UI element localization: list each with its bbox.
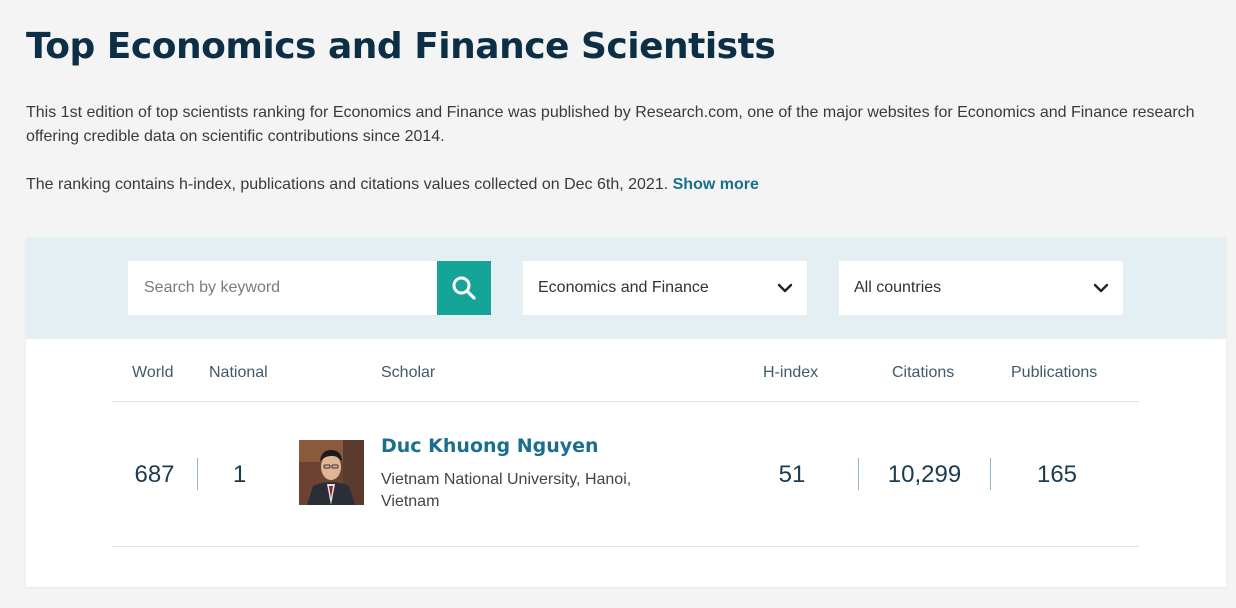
header-world: World: [132, 364, 174, 381]
chevron-down-icon: [1093, 283, 1109, 293]
search-button[interactable]: [437, 261, 491, 315]
page-title: Top Economics and Finance Scientists: [26, 26, 776, 67]
hindex-value: 51: [778, 461, 806, 488]
national-rank: 1: [232, 461, 247, 488]
ranking-panel: Economics and Finance All countries Worl…: [26, 237, 1226, 587]
intro-paragraph-2: The ranking contains h-index, publicatio…: [26, 173, 1206, 197]
citations-value: 10,299: [887, 461, 962, 488]
show-more-link[interactable]: Show more: [673, 176, 759, 193]
search-input[interactable]: [128, 261, 438, 315]
header-hindex: H-index: [763, 364, 819, 381]
publications-value: 165: [1036, 461, 1078, 488]
intro-text: This 1st edition of top scientists ranki…: [26, 101, 1206, 197]
header-citations: Citations: [892, 364, 955, 381]
scholar-affiliation: Vietnam National University, Hanoi, Viet…: [381, 471, 632, 510]
column-divider: [858, 458, 859, 490]
filter-bar: Economics and Finance All countries: [26, 237, 1226, 339]
header-publications: Publications: [1011, 364, 1098, 381]
country-select-value: All countries: [854, 279, 942, 296]
column-divider: [197, 458, 198, 490]
world-rank: 687: [134, 461, 175, 488]
country-select[interactable]: All countries: [839, 261, 1123, 315]
header-national: National: [209, 364, 268, 381]
search-icon: [452, 276, 476, 300]
table-row: 687 1 Duc Khuong Nguyen Vietnam National…: [112, 402, 1139, 547]
intro-paragraph-1: This 1st edition of top scientists ranki…: [26, 104, 1195, 145]
avatar[interactable]: [299, 440, 364, 505]
column-divider: [990, 458, 991, 490]
discipline-select-value: Economics and Finance: [538, 279, 709, 296]
chevron-down-icon: [777, 283, 793, 293]
header-scholar: Scholar: [381, 364, 436, 381]
table-header: World National Scholar H-index Citations…: [112, 339, 1139, 402]
intro-paragraph-2-text: The ranking contains h-index, publicatio…: [26, 176, 669, 193]
scholar-name-link[interactable]: Duc Khuong Nguyen: [381, 435, 599, 457]
discipline-select[interactable]: Economics and Finance: [523, 261, 807, 315]
